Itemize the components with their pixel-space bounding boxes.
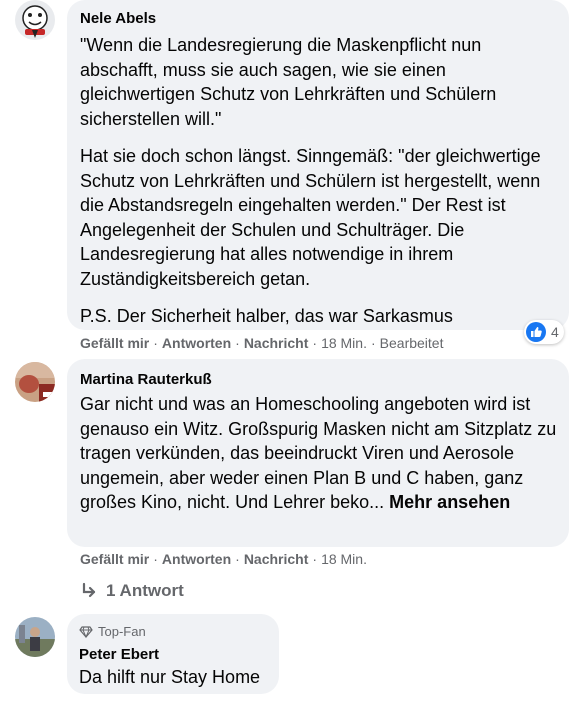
comment-text: Gar nicht und was an Homeschooling angeb… [80,392,557,515]
reaction-summary[interactable]: 4 [524,320,564,344]
edited-label: Bearbeitet [379,335,444,351]
reaction-count: 4 [551,324,559,340]
comment-bubble: Top-Fan Peter Ebert Da hilft nur Stay Ho… [67,614,279,694]
profile-photo-icon [15,617,55,657]
comment-text: "Wenn die Landesregierung die Maskenpfli… [80,33,557,329]
comment-author[interactable]: Peter Ebert [79,645,267,664]
comment-actions: Gefällt mir · Antworten · Nachricht · 18 Min. ·… [80,335,443,351]
top-fan-badge: Top-Fan [79,624,267,640]
ghost-logo-avatar-icon [15,0,55,40]
comment-text: Da hilft nur Stay Home [79,667,261,687]
avatar[interactable] [15,617,55,657]
separator-dot: · [153,551,158,567]
profile-photo-icon [15,362,55,402]
separator-dot: · [235,335,240,351]
see-more-link[interactable]: Mehr ansehen [389,492,510,512]
separator-dot: · [235,551,240,567]
reply-arrow-icon [82,582,96,598]
comment-paragraph: Hat sie doch schon längst. Sinngemäß: "d… [80,146,541,289]
timestamp[interactable]: 18 Min. [321,335,367,351]
view-replies-link[interactable]: 1 Antwort [80,581,184,601]
comment-bubble: Nele Abels "Wenn die Landesregierung die… [67,0,569,330]
separator-dot: · [312,335,318,351]
avatar[interactable] [15,362,55,402]
message-link[interactable]: Nachricht [244,551,309,567]
like-reaction-icon [526,322,546,342]
separator-dot: · [312,551,318,567]
comment-author[interactable]: Martina Rauterkuß [80,370,557,389]
like-link[interactable]: Gefällt mir [80,335,149,351]
comment-author[interactable]: Nele Abels [80,9,557,28]
separator-dot: · [370,335,376,351]
comment-paragraph: P.S. Der Sicherheit halber, das war Sark… [80,306,453,326]
message-link[interactable]: Nachricht [244,335,309,351]
comment-bubble: Martina Rauterkuß Gar nicht und was an H… [67,359,569,547]
diamond-icon [79,626,93,639]
comment-nele-abels: Nele Abels "Wenn die Landesregierung die… [0,0,579,355]
reply-link[interactable]: Antworten [162,551,231,567]
avatar[interactable] [15,0,55,40]
timestamp[interactable]: 18 Min. [321,551,367,567]
comment-peter-ebert: Top-Fan Peter Ebert Da hilft nur Stay Ho… [0,614,579,704]
like-link[interactable]: Gefällt mir [80,551,149,567]
badge-label: Top-Fan [98,624,146,639]
comment-paragraph: "Wenn die Landesregierung die Maskenpfli… [80,35,497,129]
reply-link[interactable]: Antworten [162,335,231,351]
comment-actions: Gefällt mir · Antworten · Nachricht · 18 Min. [80,551,367,567]
replies-count-label: 1 Antwort [106,581,184,600]
comment-martina-rauterkuss: Martina Rauterkuß Gar nicht und was an H… [0,359,579,609]
separator-dot: · [153,335,158,351]
